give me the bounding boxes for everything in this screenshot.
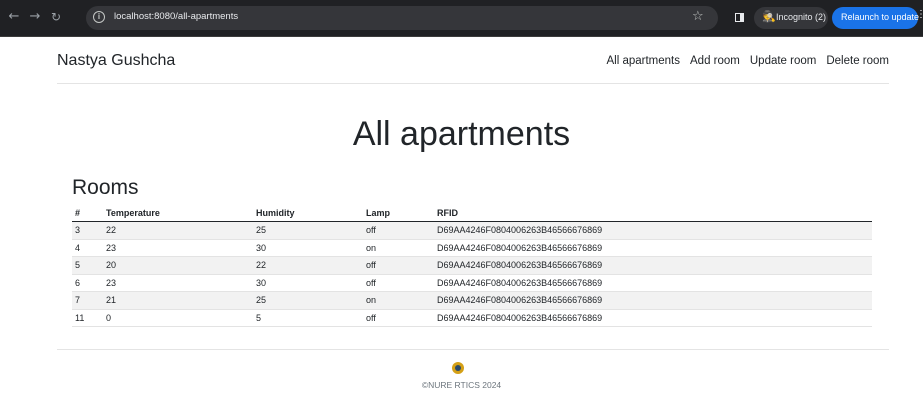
nav-add-room[interactable]: Add room	[690, 55, 740, 67]
incognito-label: Incognito (2)	[776, 12, 827, 22]
nav-delete-room[interactable]: Delete room	[826, 55, 889, 67]
cell-humidity: 25	[253, 221, 363, 240]
incognito-icon: 🕵	[762, 10, 776, 23]
header-divider	[57, 83, 889, 84]
cell-lamp: off	[363, 274, 434, 292]
rooms-table: # Temperature Humidity Lamp RFID 3 22 25…	[72, 205, 872, 327]
back-icon[interactable]: ←	[6, 9, 22, 25]
cell-rfid: D69AA4246F0804006263B46566676869	[434, 274, 872, 292]
cell-id: 3	[72, 221, 103, 240]
cell-id: 11	[72, 309, 103, 327]
table-header-row: # Temperature Humidity Lamp RFID	[72, 205, 872, 222]
cell-rfid: D69AA4246F0804006263B46566676869	[434, 239, 872, 257]
cell-temperature: 23	[103, 239, 253, 257]
incognito-button[interactable]: 🕵 Incognito (2)	[754, 7, 828, 29]
cell-humidity: 22	[253, 256, 363, 275]
cell-temperature: 23	[103, 274, 253, 292]
table-row: 3 22 25 off D69AA4246F0804006263B4656667…	[72, 221, 872, 240]
cell-id: 6	[72, 274, 103, 292]
column-header-rfid: RFID	[434, 205, 872, 222]
cell-rfid: D69AA4246F0804006263B46566676869	[434, 291, 872, 310]
cell-rfid: D69AA4246F0804006263B46566676869	[434, 309, 872, 327]
side-panel-icon[interactable]	[735, 13, 744, 22]
nav-update-room[interactable]: Update room	[750, 55, 816, 67]
top-nav: All apartments Add room Update room Dele…	[607, 55, 890, 67]
table-row: 4 23 30 on D69AA4246F0804006263B46566676…	[72, 239, 872, 257]
cell-temperature: 20	[103, 256, 253, 275]
forward-icon[interactable]: →	[27, 9, 43, 25]
footer-copyright: ©NURE RTICS 2024	[421, 380, 502, 390]
university-logo-icon	[452, 362, 464, 374]
cell-lamp: on	[363, 291, 434, 310]
browser-menu-icon[interactable]: ⋮	[916, 9, 923, 20]
column-header-lamp: Lamp	[363, 205, 434, 222]
cell-rfid: D69AA4246F0804006263B46566676869	[434, 256, 872, 275]
column-header-id: #	[72, 205, 103, 222]
cell-temperature: 0	[103, 309, 253, 327]
cell-id: 7	[72, 291, 103, 310]
relaunch-label: Relaunch to update	[841, 12, 920, 22]
site-info-icon[interactable]: i	[93, 11, 105, 23]
browser-toolbar: ← → ↻ i localhost:8080/all-apartments ☆ …	[0, 0, 923, 37]
cell-humidity: 30	[253, 274, 363, 292]
bookmark-star-icon[interactable]: ☆	[692, 9, 704, 24]
page-title: All apartments	[352, 115, 571, 153]
cell-id: 5	[72, 256, 103, 275]
cell-lamp: on	[363, 239, 434, 257]
cell-temperature: 22	[103, 221, 253, 240]
cell-rfid: D69AA4246F0804006263B46566676869	[434, 221, 872, 240]
table-row: 7 21 25 on D69AA4246F0804006263B46566676…	[72, 291, 872, 310]
cell-lamp: off	[363, 221, 434, 240]
address-bar[interactable]: i localhost:8080/all-apartments ☆	[86, 6, 718, 30]
footer-divider	[57, 349, 889, 350]
cell-lamp: off	[363, 309, 434, 327]
cell-humidity: 30	[253, 239, 363, 257]
table-row: 11 0 5 off D69AA4246F0804006263B46566676…	[72, 309, 872, 327]
reload-icon[interactable]: ↻	[48, 9, 64, 25]
nav-all-apartments[interactable]: All apartments	[607, 55, 681, 67]
section-title: Rooms	[72, 176, 139, 199]
table-row: 6 23 30 off D69AA4246F0804006263B4656667…	[72, 274, 872, 292]
column-header-temperature: Temperature	[103, 205, 253, 222]
relaunch-button[interactable]: Relaunch to update	[832, 7, 920, 29]
table-row: 5 20 22 off D69AA4246F0804006263B4656667…	[72, 256, 872, 275]
url-text[interactable]: localhost:8080/all-apartments	[114, 11, 238, 22]
cell-lamp: off	[363, 256, 434, 275]
cell-id: 4	[72, 239, 103, 257]
column-header-humidity: Humidity	[253, 205, 363, 222]
cell-temperature: 21	[103, 291, 253, 310]
cell-humidity: 25	[253, 291, 363, 310]
cell-humidity: 5	[253, 309, 363, 327]
brand-name[interactable]: Nastya Gushcha	[57, 52, 175, 70]
